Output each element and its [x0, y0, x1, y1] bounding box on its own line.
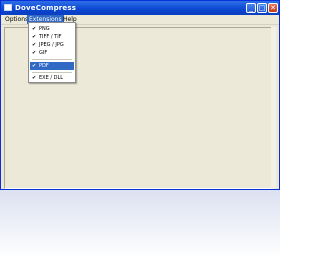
- menu-item-label: PDF: [39, 63, 49, 69]
- close-icon: ✕: [270, 4, 276, 12]
- menu-item-label: JPEG / JPG: [39, 42, 64, 48]
- menu-separator: [32, 59, 72, 60]
- menu-item-pdf[interactable]: ✔ PDF: [30, 62, 74, 70]
- check-icon: ✔: [32, 75, 37, 81]
- minimize-icon: _: [249, 4, 253, 12]
- menu-item-label: EXE / DLL: [39, 75, 64, 81]
- maximize-button[interactable]: □: [257, 3, 267, 13]
- menu-item-label: TIFF / TIF: [39, 34, 62, 40]
- close-button[interactable]: ✕: [268, 3, 278, 13]
- check-icon: ✔: [32, 34, 37, 40]
- window-reflection: [0, 190, 280, 270]
- check-icon: ✔: [32, 63, 37, 69]
- window-title: DoveCompress: [15, 4, 77, 12]
- menu-item-tiff[interactable]: ✔ TIFF / TIF: [30, 33, 74, 41]
- maximize-icon: □: [258, 4, 266, 12]
- menu-item-exe-dll[interactable]: ✔ EXE / DLL: [30, 74, 74, 82]
- menu-item-png[interactable]: ✔ PNG: [30, 25, 74, 33]
- menu-item-jpeg[interactable]: ✔ JPEG / JPG: [30, 41, 74, 49]
- vertical-scrollbar[interactable]: [271, 27, 276, 189]
- menu-item-label: GIF: [39, 50, 48, 56]
- check-icon: ✔: [32, 26, 37, 32]
- check-icon: ✔: [32, 42, 37, 48]
- check-icon: ✔: [32, 50, 37, 56]
- menu-item-gif[interactable]: ✔ GIF: [30, 49, 74, 57]
- minimize-button[interactable]: _: [246, 3, 256, 13]
- extensions-dropdown: ✔ PNG ✔ TIFF / TIF ✔ JPEG / JPG ✔ GIF ✔ …: [28, 22, 76, 83]
- app-icon: [4, 4, 12, 11]
- menu-separator: [32, 72, 72, 73]
- menu-item-label: PNG: [39, 26, 50, 32]
- title-bar[interactable]: DoveCompress _ □ ✕: [1, 1, 279, 15]
